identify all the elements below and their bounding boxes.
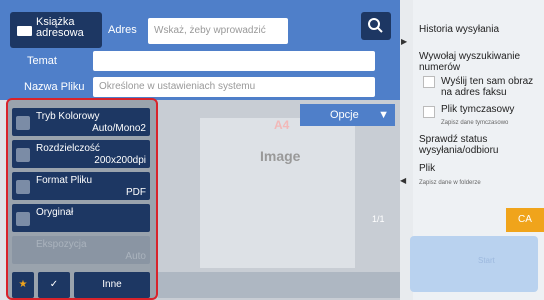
search-button[interactable] [361, 12, 391, 40]
options-button[interactable]: Opcje ▼ [300, 104, 395, 126]
filename-label: Nazwa Pliku [24, 81, 85, 93]
address-book-button[interactable]: Książka adresowa [10, 12, 102, 48]
preview-page: A4 Image 1/1 [200, 118, 385, 268]
chevron-down-icon: ▼ [378, 109, 389, 121]
ca-button[interactable]: CA [506, 208, 544, 232]
check-icon[interactable]: ✓ [38, 272, 70, 298]
paper-size: A4 [274, 118, 290, 132]
address-label: Adres [108, 24, 137, 36]
image-label: Image [260, 148, 301, 164]
original-button[interactable]: Oryginał [12, 204, 150, 232]
expand-icon[interactable]: ▶ [401, 37, 407, 46]
color-mode-icon [16, 116, 30, 130]
color-mode-button[interactable]: Tryb Kolorowy Auto/Mono2 [12, 108, 150, 136]
check-status-link[interactable]: Sprawdź status wysyłania/odbioru [419, 134, 537, 156]
temp-file-label: Plik tymczasowy [441, 104, 515, 115]
search-icon [368, 18, 383, 33]
send-same-label: Wyślij ten sam obraz na adres faksu [441, 76, 534, 98]
call-search-link[interactable]: Wywołaj wyszukiwanie numerów [419, 51, 537, 73]
original-icon [16, 212, 30, 226]
file-format-button[interactable]: Format Pliku PDF [12, 172, 150, 200]
page-indicator: 1/1 [372, 214, 385, 224]
temp-file-checkbox[interactable] [423, 106, 435, 118]
resolution-icon [16, 148, 30, 162]
favorite-icon[interactable]: ★ [12, 272, 34, 298]
subject-input[interactable] [93, 51, 375, 71]
collapse-icon[interactable]: ◀ [400, 176, 406, 185]
address-book-icon [17, 26, 32, 36]
file-sub: Zapisz dane w folderze [419, 180, 481, 186]
address-input[interactable]: Wskaż, żeby wprowadzić adres [148, 18, 288, 62]
filename-input[interactable]: Określone w ustawieniach systemu [93, 77, 375, 97]
subject-label: Temat [27, 55, 57, 67]
file-format-icon [16, 180, 30, 194]
resolution-button[interactable]: Rozdzielczość 200x200dpi [12, 140, 150, 168]
start-label: Start [478, 256, 495, 265]
preview-toolbar [158, 272, 400, 298]
send-same-checkbox[interactable] [423, 76, 435, 88]
history-link[interactable]: Historia wysyłania [419, 24, 537, 35]
other-button[interactable]: Inne [74, 272, 150, 298]
start-button[interactable]: Start [410, 236, 538, 292]
temp-file-sub: Zapisz dane tymczasowo [441, 120, 509, 126]
exposure-button: Ekspozycja Auto [12, 236, 150, 264]
file-link[interactable]: Plik [419, 163, 537, 174]
